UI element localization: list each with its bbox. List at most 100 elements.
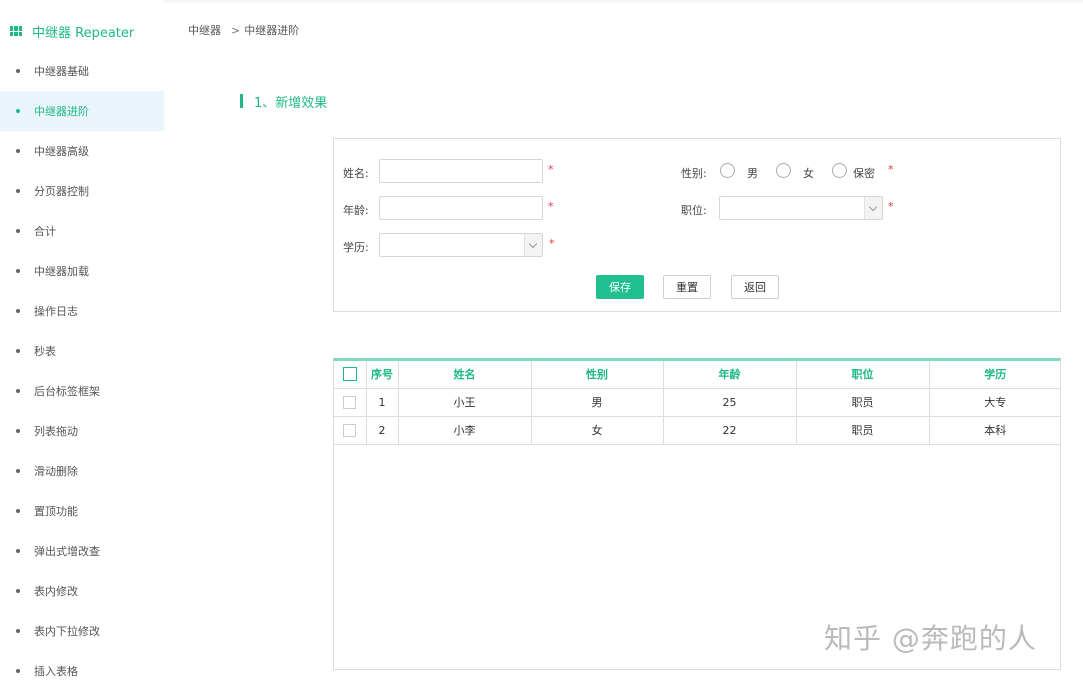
sidebar-item-label: 分页器控制 <box>34 185 89 198</box>
sidebar-item-label: 滑动删除 <box>34 465 78 478</box>
column-header-gender[interactable]: 性别 <box>531 361 664 389</box>
sidebar-item[interactable]: 列表拖动 <box>0 411 164 451</box>
chevron-down-icon[interactable] <box>524 234 542 256</box>
gender-radio-female[interactable] <box>776 163 791 178</box>
sidebar-item-label: 表内下拉修改 <box>34 625 100 638</box>
sidebar-item[interactable]: 后台标签框架 <box>0 371 164 411</box>
bullet-icon <box>16 629 20 633</box>
column-header-name[interactable]: 姓名 <box>398 361 532 389</box>
sidebar-item-label: 中继器加载 <box>34 265 89 278</box>
bullet-icon <box>16 389 20 393</box>
gender-radio-male[interactable] <box>720 163 735 178</box>
sidebar-item[interactable]: 插入表格 <box>0 651 164 680</box>
cell-age: 22 <box>663 416 797 445</box>
sidebar-item-label: 操作日志 <box>34 305 78 318</box>
cell-index: 2 <box>366 416 399 445</box>
education-required-mark: * <box>549 237 555 250</box>
sidebar-menu: 中继器基础 中继器进阶 中继器高级 分页器控制 合计 中继器加载 操作日志 秒表… <box>0 51 164 680</box>
watermark: 知乎 @奔跑的人 <box>824 622 1037 655</box>
education-select[interactable] <box>379 233 543 257</box>
bullet-icon <box>16 69 20 73</box>
breadcrumb-current: 中继器进阶 <box>244 24 300 37</box>
cell-index: 1 <box>366 388 399 417</box>
sidebar-item-label: 中继器进阶 <box>34 105 89 118</box>
table-row[interactable]: 1 小王 男 25 职员 大专 <box>334 388 1061 417</box>
sidebar-item-label: 表内修改 <box>34 585 78 598</box>
section-title-bar <box>240 94 243 108</box>
position-required-mark: * <box>888 200 894 213</box>
bullet-icon <box>16 469 20 473</box>
sidebar-item-label: 列表拖动 <box>34 425 78 438</box>
section-title: 1、新增效果 <box>240 93 328 111</box>
column-header-index[interactable]: 序号 <box>366 361 399 389</box>
sidebar-item[interactable]: 中继器加载 <box>0 251 164 291</box>
sidebar-item[interactable]: 操作日志 <box>0 291 164 331</box>
sidebar-item-label: 合计 <box>34 225 56 238</box>
section-title-text: 1、新增效果 <box>254 95 328 111</box>
breadcrumb: 中继器 > 中继器进阶 <box>188 22 299 38</box>
bullet-icon <box>16 109 20 113</box>
bullet-icon <box>16 349 20 353</box>
reset-button[interactable]: 重置 <box>663 275 711 299</box>
bullet-icon <box>16 509 20 513</box>
sidebar-item-label: 置顶功能 <box>34 505 78 518</box>
gender-option-secret[interactable]: 保密 <box>853 165 875 181</box>
age-required-mark: * <box>548 200 554 213</box>
save-button[interactable]: 保存 <box>596 275 644 299</box>
cell-gender: 女 <box>531 416 664 445</box>
age-label: 年龄: <box>343 204 369 217</box>
row-checkbox[interactable] <box>343 423 357 437</box>
cell-gender: 男 <box>531 388 664 417</box>
bullet-icon <box>16 549 20 553</box>
bullet-icon <box>16 429 20 433</box>
cell-age: 25 <box>663 388 797 417</box>
select-all-checkbox[interactable] <box>342 367 357 382</box>
name-label: 姓名: <box>343 167 369 180</box>
sidebar-item[interactable]: 置顶功能 <box>0 491 164 531</box>
cell-education: 本科 <box>929 416 1061 445</box>
bullet-icon <box>16 669 20 673</box>
sidebar-item[interactable]: 滑动删除 <box>0 451 164 491</box>
sidebar-item[interactable]: 表内下拉修改 <box>0 611 164 651</box>
sidebar-item[interactable]: 表内修改 <box>0 571 164 611</box>
column-header-position[interactable]: 职位 <box>796 361 930 389</box>
sidebar-item[interactable]: 分页器控制 <box>0 171 164 211</box>
gender-label: 性别: <box>681 167 707 180</box>
table-grid-icon <box>10 26 22 36</box>
sidebar-item-active[interactable]: 中继器进阶 <box>0 91 164 131</box>
row-select-cell <box>334 416 367 445</box>
chevron-down-icon[interactable] <box>864 197 882 219</box>
cell-name: 小李 <box>398 416 532 445</box>
bullet-icon <box>16 309 20 313</box>
gender-option-female[interactable]: 女 <box>803 165 814 181</box>
gender-radio-secret[interactable] <box>832 163 847 178</box>
row-checkbox[interactable] <box>343 395 357 409</box>
cell-position: 职员 <box>796 388 930 417</box>
sidebar-item[interactable]: 秒表 <box>0 331 164 371</box>
bullet-icon <box>16 269 20 273</box>
table-row[interactable]: 2 小李 女 22 职员 本科 <box>334 416 1061 445</box>
sidebar-item[interactable]: 中继器高级 <box>0 131 164 171</box>
column-header-age[interactable]: 年龄 <box>663 361 797 389</box>
position-label: 职位: <box>681 204 707 217</box>
back-button[interactable]: 返回 <box>731 275 779 299</box>
sidebar-item-label: 中继器高级 <box>34 145 89 158</box>
sidebar-item[interactable]: 合计 <box>0 211 164 251</box>
table-header-row: 序号 姓名 性别 年龄 职位 学历 <box>334 361 1061 389</box>
bullet-icon <box>16 149 20 153</box>
gender-option-male[interactable]: 男 <box>747 165 758 181</box>
name-input[interactable] <box>379 159 543 183</box>
cell-education: 大专 <box>929 388 1061 417</box>
sidebar-title[interactable]: 中继器 Repeater <box>10 22 134 41</box>
bullet-icon <box>16 189 20 193</box>
position-select[interactable] <box>719 196 883 220</box>
column-header-education[interactable]: 学历 <box>929 361 1061 389</box>
breadcrumb-root[interactable]: 中继器 <box>188 22 221 38</box>
cell-name: 小王 <box>398 388 532 417</box>
breadcrumb-separator: > <box>231 23 241 37</box>
sidebar-item-label: 插入表格 <box>34 665 78 678</box>
age-input[interactable] <box>379 196 543 220</box>
sidebar-item[interactable]: 弹出式增改查 <box>0 531 164 571</box>
education-label: 学历: <box>343 241 369 254</box>
sidebar-item[interactable]: 中继器基础 <box>0 51 164 91</box>
